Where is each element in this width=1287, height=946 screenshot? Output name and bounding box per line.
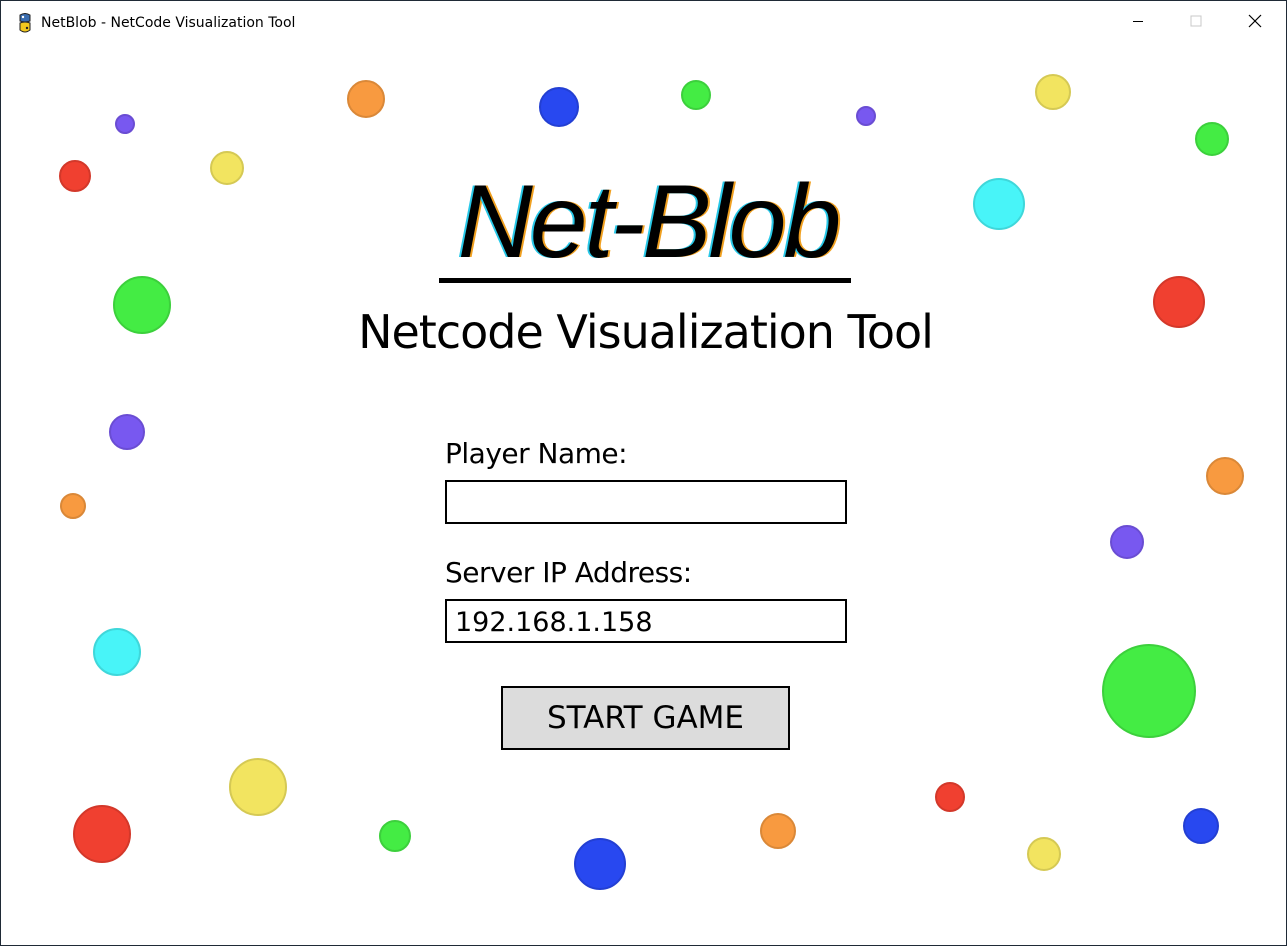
server-ip-label: Server IP Address: [445,556,692,589]
blob-red [935,782,965,812]
maximize-button[interactable] [1167,1,1225,45]
blob-purple [856,106,876,126]
game-canvas: Net-Blob Netcode Visualization Tool Play… [3,45,1284,943]
blob-cyan [973,178,1025,230]
blob-blue [1183,808,1219,844]
window-title: NetBlob - NetCode Visualization Tool [41,15,296,31]
blob-green [113,276,171,334]
blob-green [1102,644,1196,738]
minimize-icon [1132,14,1144,32]
player-name-label: Player Name: [445,437,628,470]
python-snake-icon [16,13,34,33]
blob-green [681,80,711,110]
blob-green [379,820,411,852]
blob-red [73,805,131,863]
logo-title: Net-Blob [457,164,842,280]
server-ip-input[interactable] [445,599,847,643]
blob-red [1153,276,1205,328]
blob-blue [539,87,579,127]
blob-yellow [1027,837,1061,871]
blob-purple [109,414,145,450]
maximize-icon [1190,14,1202,32]
close-icon [1248,14,1262,33]
logo-underline [439,278,851,283]
blob-purple [1110,525,1144,559]
player-name-input[interactable] [445,480,847,524]
blob-orange [760,813,796,849]
app-window: NetBlob - NetCode Visualization Tool Net… [0,0,1287,946]
start-game-button[interactable]: START GAME [501,686,790,750]
blob-purple [115,114,135,134]
blob-orange [60,493,86,519]
blob-red [59,160,91,192]
subtitle: Netcode Visualization Tool [358,305,934,359]
blob-yellow [210,151,244,185]
blob-yellow [1035,74,1071,110]
blob-orange [347,80,385,118]
minimize-button[interactable] [1109,1,1167,45]
blob-green [1195,122,1229,156]
blob-cyan [93,628,141,676]
blob-orange [1206,457,1244,495]
title-bar[interactable]: NetBlob - NetCode Visualization Tool [1,1,1286,45]
close-button[interactable] [1226,1,1284,45]
blob-blue [574,838,626,890]
blob-yellow [229,758,287,816]
